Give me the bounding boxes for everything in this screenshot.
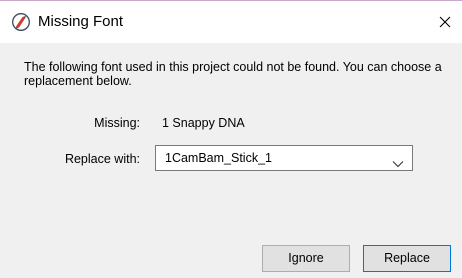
- chevron-down-icon: [392, 155, 404, 168]
- selected-font: 1CamBam_Stick_1: [165, 151, 272, 165]
- app-icon: [12, 13, 30, 31]
- dialog-message: The following font used in this project …: [24, 60, 442, 88]
- missing-font-name: 1 Snappy DNA: [162, 116, 245, 130]
- close-button[interactable]: [428, 1, 462, 43]
- missing-font-dialog: Missing Font The following font used in …: [0, 0, 462, 278]
- missing-label: Missing:: [94, 116, 140, 130]
- title-bar[interactable]: Missing Font: [0, 1, 462, 43]
- ignore-button[interactable]: Ignore: [262, 245, 350, 272]
- replacement-font-dropdown[interactable]: 1CamBam_Stick_1: [155, 145, 413, 171]
- replace-button[interactable]: Replace: [363, 245, 451, 272]
- replace-with-label: Replace with:: [64, 152, 140, 166]
- close-icon: [439, 16, 451, 28]
- dialog-title: Missing Font: [38, 13, 124, 30]
